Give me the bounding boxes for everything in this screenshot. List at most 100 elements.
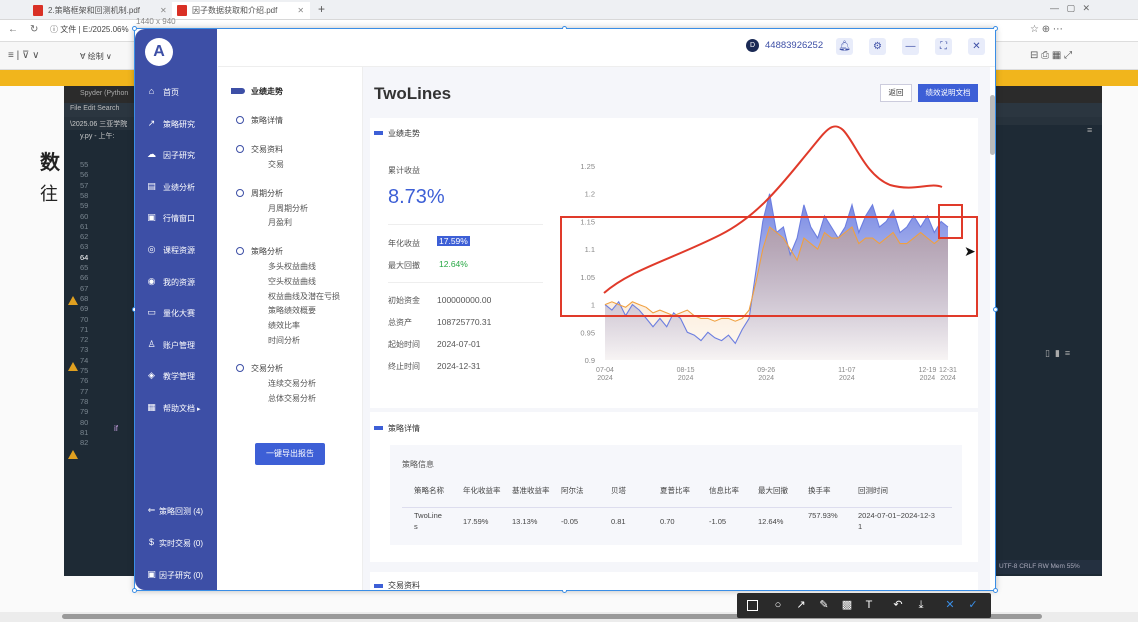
outline-section[interactable]: 周期分析	[251, 188, 283, 199]
resize-handle[interactable]	[993, 588, 998, 593]
user-avatar[interactable]: D	[746, 39, 759, 52]
table-header: 阿尔法	[561, 486, 584, 495]
user-id[interactable]: 44883926252	[765, 40, 823, 51]
sidebar-item[interactable]: ▦ 帮助文档 ▸	[143, 400, 215, 418]
table-header: 策略名称	[414, 486, 444, 495]
pane-menu-icon[interactable]: ≡	[1087, 125, 1092, 135]
rectangle-tool-icon[interactable]	[747, 600, 758, 611]
x-tick-year: 2024	[597, 375, 613, 382]
pen-tool-icon[interactable]: ✎	[817, 598, 831, 612]
spyder-status: UTF-8 CRLF RW Mem 55%	[995, 560, 1102, 574]
annotation-rectangle	[560, 216, 978, 317]
outline-subitem[interactable]: 策略绩效概要	[268, 305, 316, 316]
text-tool-icon[interactable]: T	[862, 598, 876, 612]
download-icon[interactable]: ⤓	[914, 598, 928, 612]
outline-dot-icon	[236, 145, 244, 153]
sidebar-item[interactable]: ♙ 账户管理	[143, 337, 215, 355]
window-controls[interactable]: — ▢ ✕	[1050, 3, 1090, 14]
table-cell: 0.70	[660, 517, 675, 526]
table-divider	[402, 507, 952, 508]
new-tab-icon[interactable]: +	[318, 2, 325, 16]
sidebar-item[interactable]: ↗ 策略研究	[143, 116, 215, 134]
sidebar-item[interactable]: ⌂ 首页	[143, 84, 215, 102]
outline-section[interactable]: 交易分析	[251, 363, 283, 374]
sidebar-item[interactable]: ▭ 量化大赛	[143, 305, 215, 323]
spyder-file-tab[interactable]: y.py - 上午:	[80, 131, 114, 141]
sidebar-item[interactable]: ☁ 因子研究	[143, 147, 215, 165]
app-logo[interactable]: A	[145, 38, 173, 66]
outline-subitem[interactable]: 权益曲线及潜在亏损	[268, 291, 340, 302]
sidebar-item-label: 教学管理	[163, 372, 195, 382]
mdd-label: 最大回撤	[388, 261, 420, 270]
x-tick-year: 2024	[758, 375, 774, 382]
circle-tool-icon[interactable]: ○	[771, 598, 785, 612]
close-icon[interactable]: ✕	[160, 6, 167, 15]
outline-subitem[interactable]: 绩效比率	[268, 320, 300, 331]
menu-icon[interactable]: ≡ | ⊽ ∨	[8, 50, 39, 61]
outline-subitem[interactable]: 空头权益曲线	[268, 276, 316, 287]
y-tick-label: 0.95	[580, 328, 595, 337]
performance-doc-button[interactable]: 绩效说明文档	[918, 84, 978, 102]
line-number: 66	[80, 273, 89, 283]
outline-section[interactable]: 交易资料	[251, 144, 283, 155]
browser-menu-icons[interactable]: ☆ ⊕ ⋯	[1030, 24, 1063, 35]
sidebar-item[interactable]: ⇐ 策略回测 (4)	[143, 503, 215, 521]
fullscreen-icon[interactable]: ⛶	[935, 38, 952, 55]
confirm-icon[interactable]: ✓	[966, 598, 980, 612]
close-icon[interactable]: ✕	[968, 38, 985, 55]
sidebar-item-label: 策略研究	[163, 119, 195, 129]
annual-label: 年化收益	[388, 239, 420, 248]
line-number: 62	[80, 232, 89, 242]
content-scrollbar[interactable]	[990, 95, 995, 155]
resize-handle[interactable]	[132, 26, 137, 31]
sidebar-item[interactable]: ▣ 因子研究 (0)	[143, 567, 215, 585]
sidebar-item[interactable]: ▤ 业绩分析	[143, 179, 215, 197]
outline-section[interactable]: 策略详情	[251, 115, 283, 126]
minimize-icon[interactable]: —	[902, 38, 919, 55]
undo-icon[interactable]: ↶	[891, 598, 905, 612]
pane-menu-icon[interactable]: ▯ ▮ ≡	[1045, 348, 1070, 359]
outline-subitem[interactable]: 月盈利	[268, 217, 292, 228]
outline-subitem[interactable]: 交易	[268, 159, 284, 170]
outline-subitem[interactable]: 时间分析	[268, 335, 300, 346]
outline-section[interactable]: 业绩走势	[251, 86, 283, 97]
draw-tool[interactable]: ∀ 绘制 ∨	[80, 51, 112, 62]
trade-card	[370, 572, 978, 590]
sidebar-item[interactable]: ◉ 我的资源	[143, 274, 215, 292]
mosaic-tool-icon[interactable]: ▩	[840, 598, 854, 612]
close-icon[interactable]: ✕	[297, 6, 304, 15]
annotation-rectangle-small	[938, 204, 963, 239]
outline-subitem[interactable]: 多头权益曲线	[268, 261, 316, 272]
reload-icon[interactable]: ↻	[30, 24, 38, 35]
resize-handle[interactable]	[993, 307, 998, 312]
outline-dot-icon	[236, 188, 244, 197]
sidebar-item[interactable]: $ 实时交易 (0)	[143, 535, 215, 553]
export-report-button[interactable]: 一键导出报告	[255, 443, 325, 465]
address-input[interactable]: ⓘ 文件 | E:/2025.06%	[50, 24, 136, 39]
arrow-tool-icon[interactable]: ↗	[794, 598, 808, 612]
resize-handle[interactable]	[132, 588, 137, 593]
bell-icon[interactable]: 🔔︎	[836, 38, 853, 55]
sidebar-item[interactable]: ▣ 行情窗口	[143, 210, 215, 228]
cancel-icon[interactable]: ✕	[943, 598, 957, 612]
outline-section[interactable]: 策略分析	[251, 246, 283, 257]
strategy-info-title: 策略信息	[402, 460, 434, 469]
x-tick-year: 2024	[678, 375, 694, 382]
pdf-toolbar-right-icons[interactable]: ⊟ ⎙ ▦ ⤢	[1030, 50, 1072, 61]
sidebar-item-label: 账户管理	[163, 340, 195, 350]
back-button[interactable]: 返回	[880, 84, 912, 102]
table-header: 最大回撤	[758, 486, 788, 495]
x-tick-year: 2024	[940, 375, 956, 382]
end-label: 终止时间	[388, 362, 420, 371]
line-number: 64	[80, 252, 89, 262]
outline-subitem[interactable]: 月周期分析	[268, 203, 308, 214]
browser-tab-1[interactable]: 因子数据获取和介绍.pdf ✕	[172, 2, 311, 19]
x-tick-label: 08-15	[677, 367, 695, 374]
outline-subitem[interactable]: 连续交易分析	[268, 378, 316, 389]
section-marker	[374, 426, 383, 430]
gear-icon[interactable]: ⚙	[869, 38, 886, 55]
back-icon[interactable]: ←	[8, 24, 18, 35]
sidebar-item[interactable]: ◎ 课程资源	[143, 242, 215, 260]
outline-subitem[interactable]: 总体交易分析	[268, 393, 316, 404]
sidebar-item[interactable]: ◈ 教学管理	[143, 368, 215, 386]
